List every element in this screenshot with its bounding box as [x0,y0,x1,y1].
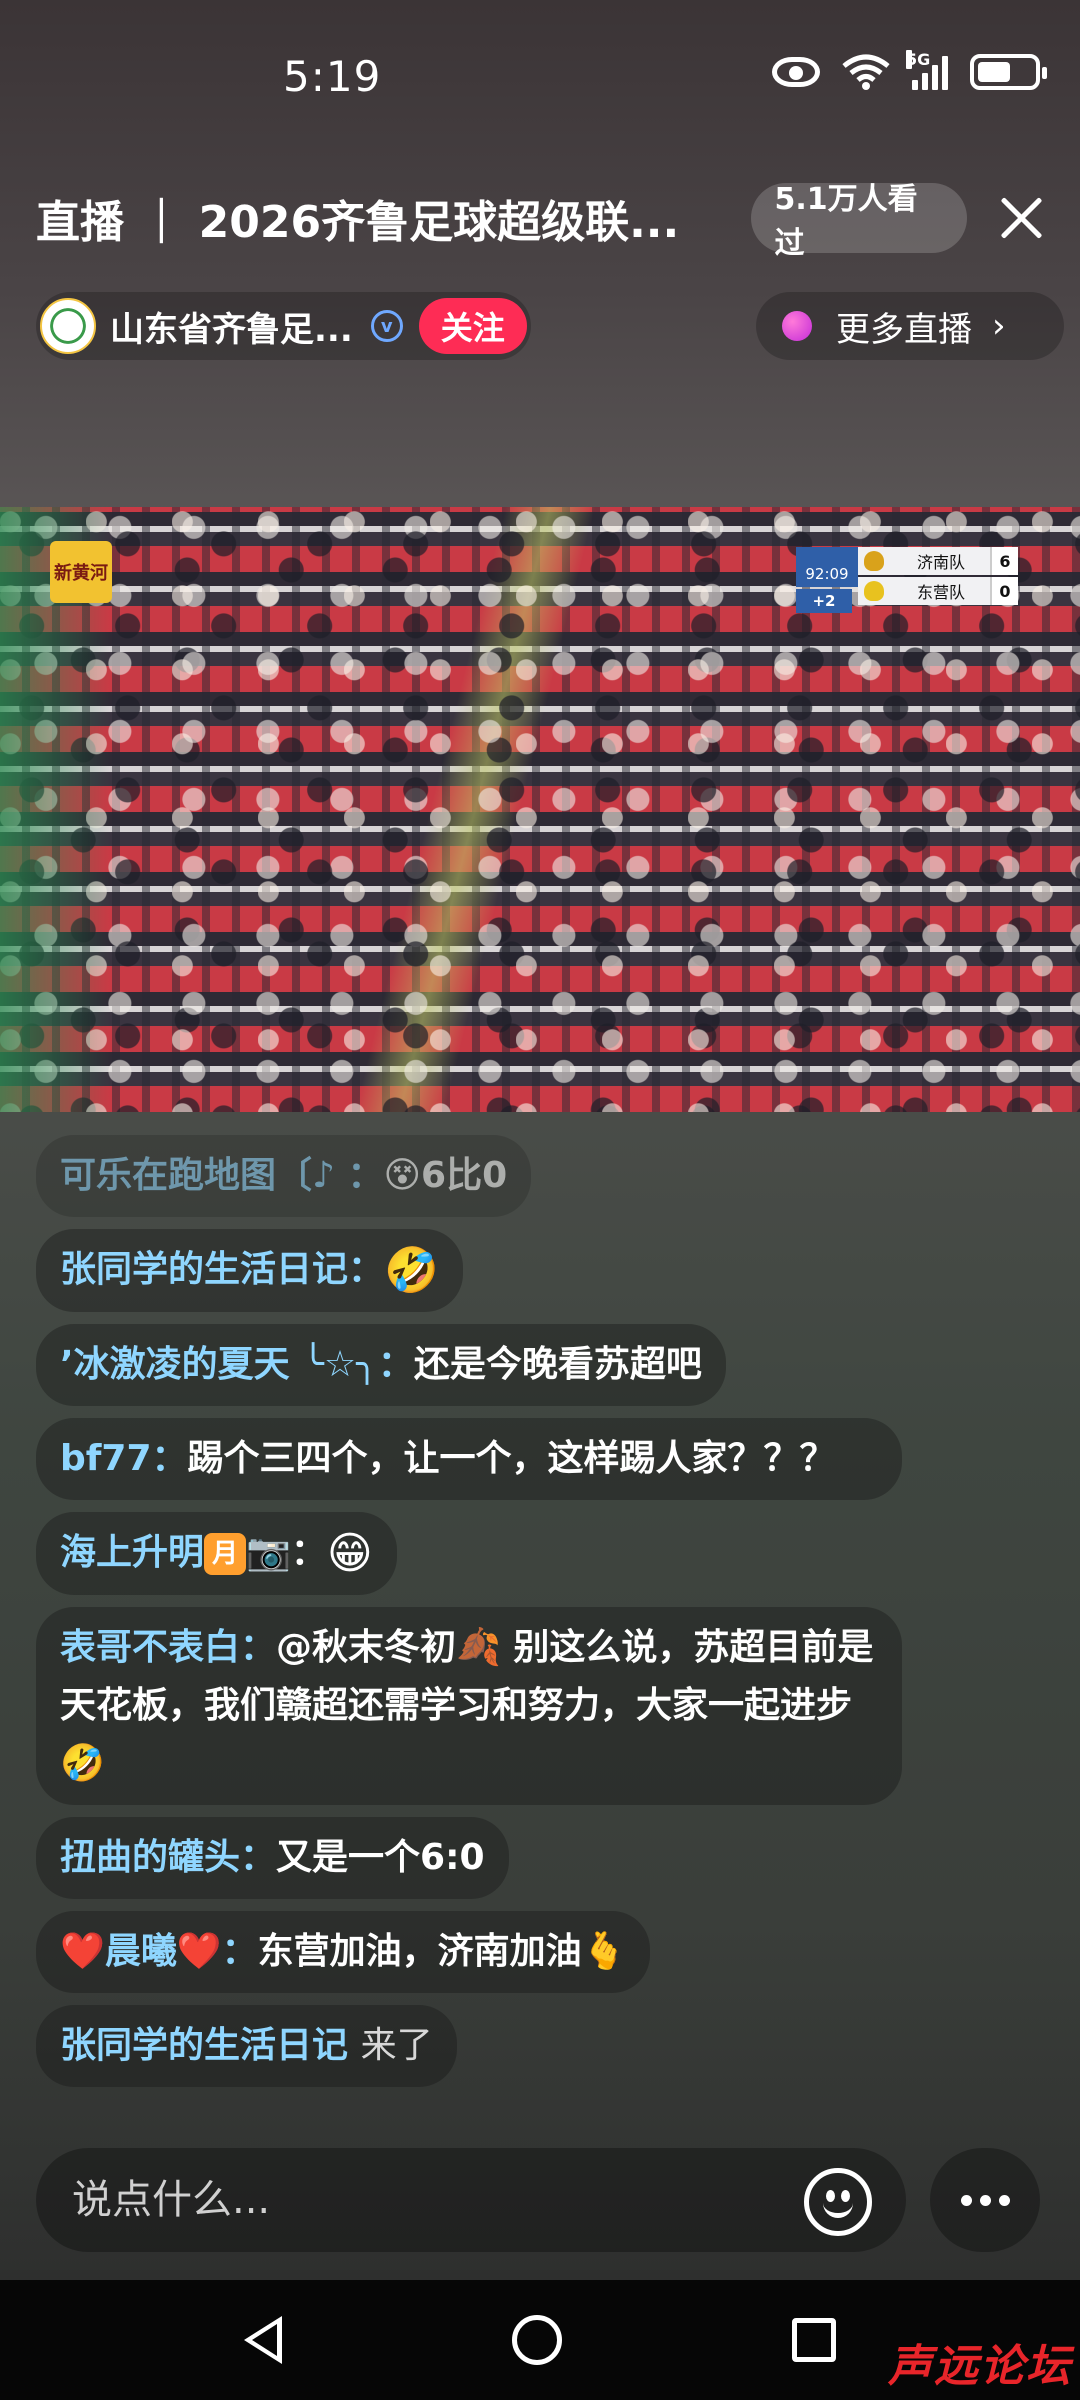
home-icon[interactable] [512,2315,562,2365]
team-row: 济南队 6 [858,547,1018,575]
live-video[interactable]: 新黄河 92:09 +2 济南队 6 东营队 0 [0,507,1080,1112]
comment-list[interactable]: 可乐在跑地图〔♪ ：😵6比0 张同学的生活日记：🤣 ’冰激凌的夏天 ╰☆╮：还是… [36,1135,916,2099]
team-crest-icon [864,551,884,571]
comment-text: 又是一个6:0 [276,1837,485,1878]
back-icon[interactable] [244,2316,282,2364]
battery-icon [970,54,1047,90]
wifi-icon [842,54,890,90]
comment-user[interactable]: 海上升明 [60,1532,204,1573]
comment-user[interactable]: ❤️晨曦❤️： [60,1931,258,1972]
status-time: 5:19 [283,52,382,101]
team-name: 东营队 [916,583,965,602]
comment-item: 海上升明月 📷：😁 [36,1512,397,1595]
comment-badge-extra: 📷： [246,1532,327,1573]
comment-item: ❤️晨曦❤️：东营加油，济南加油🫰 [36,1911,651,1993]
comment-input-bar[interactable] [36,2148,906,2252]
eye-icon [772,57,820,87]
host-info: 山东省齐鲁足... v 关注 [36,292,531,360]
channel-logo: 新黄河 [50,541,112,603]
comment-text: 🤣 [384,1245,439,1296]
live-title: 直播 ｜ 2026齐鲁足球超级联... [36,197,680,248]
chevron-right-icon: › [992,306,1006,346]
comment-item: 可乐在跑地图〔♪ ：😵6比0 [36,1135,532,1217]
header: 直播 ｜ 2026齐鲁足球超级联... 5.1万人看过 [36,168,1046,268]
status-icons: 5G [772,50,1047,90]
network-type: 5G [906,50,931,69]
host-name[interactable]: 山东省齐鲁足... [110,302,353,351]
team-row: 东营队 0 [858,577,1018,605]
comment-item: ’冰激凌的夏天 ╰☆╮：还是今晚看苏超吧 [36,1324,726,1406]
dot-icon [998,2194,1010,2206]
team-score: 6 [990,547,1018,575]
team-name: 济南队 [916,553,965,572]
dot-icon [960,2194,972,2206]
comment-user[interactable]: 表哥不表白： [60,1627,276,1668]
team-crest-icon [864,581,884,601]
more-options-button[interactable] [930,2148,1040,2252]
comment-item: 张同学的生活日记 来了 [36,2005,457,2087]
watermark-logo: 声远论坛 [888,2341,1072,2392]
comment-text: 😁 [326,1528,373,1579]
comment-user[interactable]: 扭曲的罐头： [60,1837,276,1878]
comment-text: 踢个三四个，让一个，这样踢人家？？？ [187,1438,836,1479]
comment-item: 张同学的生活日记：🤣 [36,1229,463,1312]
comment-user[interactable]: ’冰激凌的夏天 ╰☆╮： [60,1344,414,1385]
added-time: +2 [796,589,852,613]
match-clock: 92:09 [796,547,858,587]
system-nav-bar: 声远论坛 [0,2280,1080,2400]
avatar[interactable] [40,298,96,354]
comment-user[interactable]: bf77： [60,1438,188,1479]
comment-item: bf77：踢个三四个，让一个，这样踢人家？？？ [36,1418,902,1500]
scoreboard: 92:09 +2 济南队 6 东营队 0 [796,547,1018,613]
comment-user[interactable]: 可乐在跑地图〔♪ ： [60,1155,384,1196]
comment-text: 😵6比0 [383,1155,508,1196]
recents-icon[interactable] [792,2318,836,2362]
join-notice: 来了 [360,2025,433,2066]
follow-button[interactable]: 关注 [418,298,527,354]
dot-icon [979,2194,991,2206]
host-pill[interactable]: 山东省齐鲁足... v 关注 [36,292,531,360]
level-badge: 月 [204,1533,247,1575]
comment-user[interactable]: 张同学的生活日记： [60,1249,384,1290]
comment-user[interactable]: 张同学的生活日记 [60,2025,348,2066]
signal-icon: 5G [906,50,948,90]
comment-input[interactable] [72,2177,772,2223]
comment-text: 还是今晚看苏超吧 [413,1344,702,1385]
team-score: 0 [990,577,1018,605]
live-orb-icon [782,311,812,341]
comment-item: 表哥不表白：@秋末冬初🍂 别这么说，苏超目前是天花板，我们赣超还需学习和努力，大… [36,1607,902,1805]
comment-text: 东营加油，济南加油🫰 [257,1931,627,1972]
more-live-label: 更多直播 [836,309,972,350]
viewer-count-button[interactable]: 5.1万人看过 [750,182,968,261]
comment-item: 扭曲的罐头：又是一个6:0 [36,1817,509,1899]
close-icon[interactable] [997,193,1046,243]
more-live-button[interactable]: 更多直播 › [756,292,1064,360]
status-bar: 5:19 5G [0,0,1080,150]
emoji-icon[interactable] [804,2168,872,2236]
verified-icon: v [370,310,403,342]
